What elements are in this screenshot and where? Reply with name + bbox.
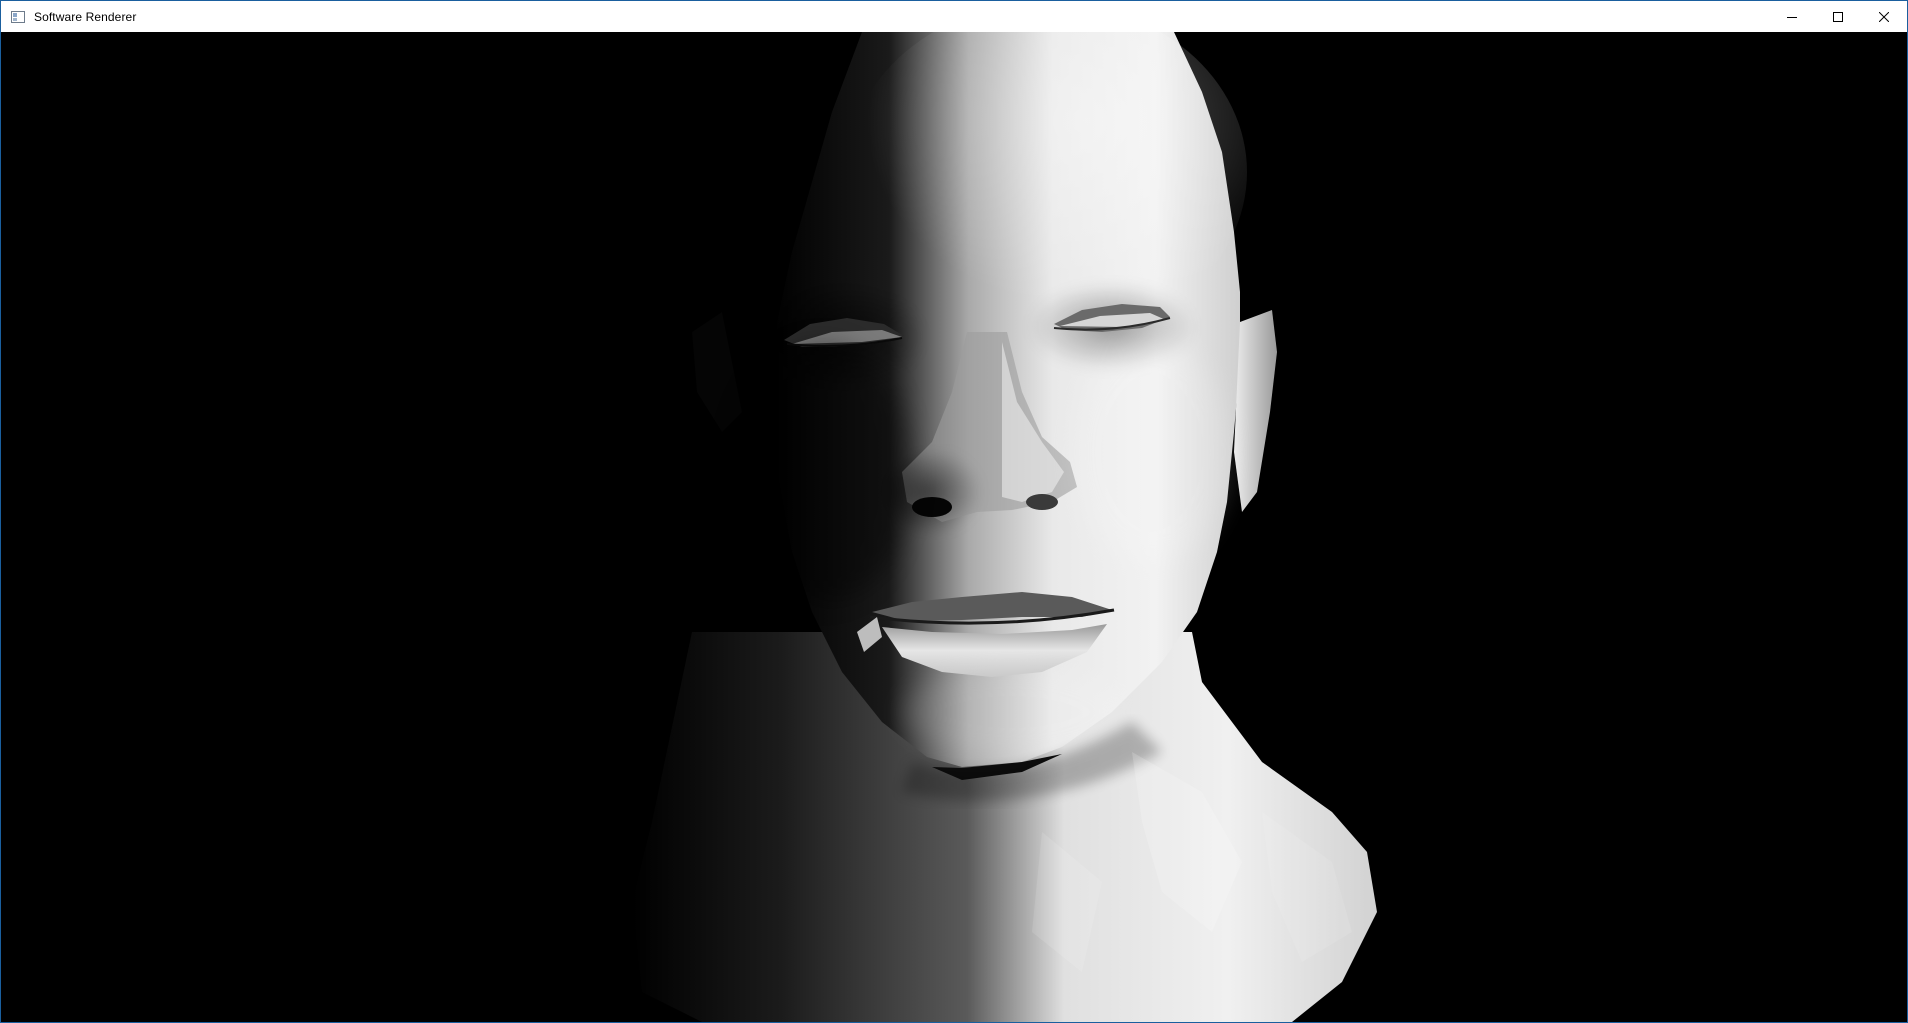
maximize-button[interactable] bbox=[1815, 1, 1861, 32]
title-bar[interactable]: Software Renderer bbox=[1, 1, 1907, 32]
window-title: Software Renderer bbox=[34, 9, 137, 24]
window-controls bbox=[1769, 1, 1907, 32]
minimize-button[interactable] bbox=[1769, 1, 1815, 32]
render-viewport[interactable] bbox=[2, 32, 1907, 1022]
close-button[interactable] bbox=[1861, 1, 1907, 32]
window-app-icon bbox=[10, 10, 26, 24]
app-window: Software Renderer bbox=[0, 0, 1908, 1023]
rendered-head-model bbox=[2, 32, 1907, 1022]
minimize-icon bbox=[1787, 16, 1797, 18]
maximize-icon bbox=[1833, 11, 1843, 22]
close-icon bbox=[1879, 11, 1889, 22]
